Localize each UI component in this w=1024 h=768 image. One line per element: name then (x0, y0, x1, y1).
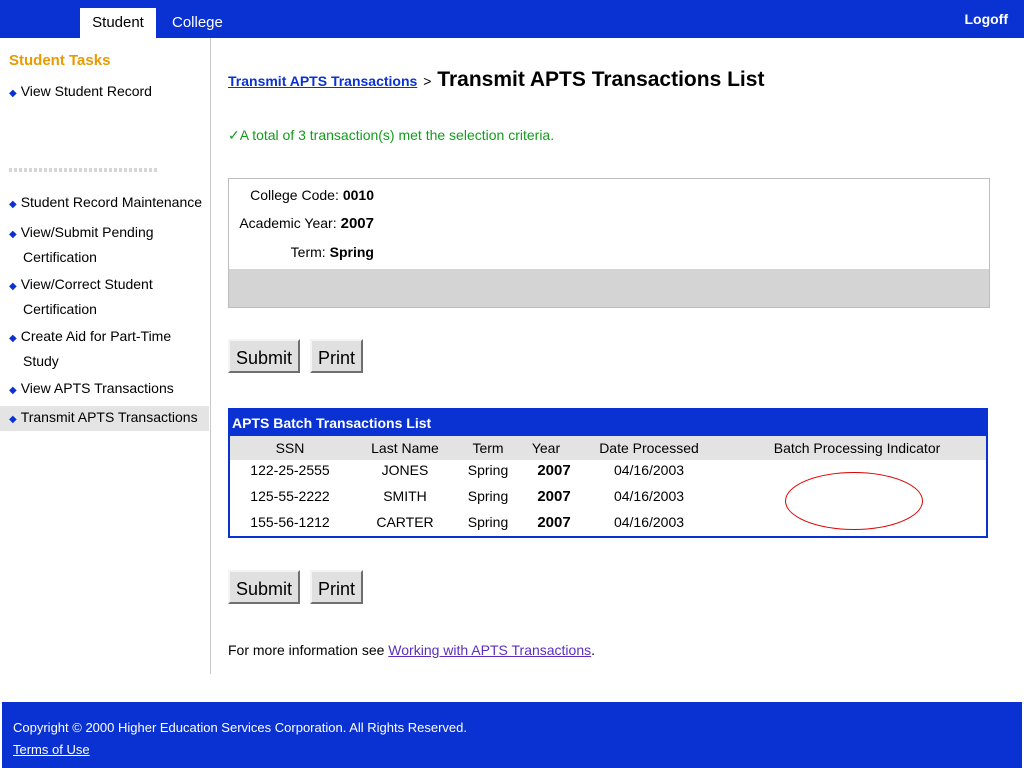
cell-date-processed: 04/16/2003 (613, 462, 685, 478)
diamond-bullet-icon: ◆ (9, 414, 17, 425)
cell-term: Spring (467, 488, 509, 504)
cell-date-processed: 04/16/2003 (613, 514, 685, 530)
panel-footer-bar (229, 269, 989, 307)
cell-term: Spring (467, 462, 509, 478)
status-message: ✓A total of 3 transaction(s) met the sel… (228, 127, 555, 143)
cell-date-processed: 04/16/2003 (613, 488, 685, 504)
cell-ssn: 122-25-2555 (250, 462, 330, 478)
sidebar-item-transmit-apts-transactions[interactable]: ◆ Transmit APTS Transactions (0, 406, 209, 431)
cell-year: 2007 (537, 488, 571, 505)
copyright-text: Copyright © 2000 Higher Education Servic… (13, 720, 467, 735)
cell-ssn: 125-55-2222 (250, 488, 330, 504)
sidebar-item-student-record-maintenance[interactable]: ◆ Student Record Maintenance (9, 191, 207, 216)
diamond-bullet-icon: ◆ (9, 333, 17, 344)
terms-of-use-link[interactable]: Terms of Use (13, 742, 90, 757)
term-value: Spring (329, 244, 374, 260)
sidebar-item-view-correct-student-certification[interactable]: ◆ View/Correct Student Certification (9, 273, 207, 320)
selection-criteria-panel: College Code: 0010 Academic Year: 2007 Ter… (228, 178, 990, 308)
breadcrumb-separator: > (423, 73, 432, 89)
sidebar-item-create-aid-part-time-study[interactable]: ◆ Create Aid for Part-Time Study (9, 325, 207, 372)
working-with-apts-link[interactable]: Working with APTS Transactions (388, 642, 591, 658)
academic-year-value: 2007 (340, 215, 374, 232)
college-code-value: 0010 (342, 187, 374, 203)
cell-year: 2007 (537, 514, 571, 531)
column-header-batch-processing-indicator: Batch Processing Indicator (773, 440, 941, 456)
print-button-top[interactable]: Print (310, 339, 364, 373)
cell-last-name: CARTER (376, 514, 434, 530)
footer: Copyright © 2000 Higher Education Servic… (2, 702, 1022, 768)
term-row: Term: Spring (290, 244, 374, 260)
cell-term: Spring (467, 514, 509, 530)
top-nav-bar: Student College Logoff (0, 0, 1024, 38)
column-header-last-name: Last Name (371, 440, 439, 456)
diamond-bullet-icon: ◆ (9, 385, 17, 396)
column-header-date-processed: Date Processed (599, 440, 699, 456)
more-info-text: For more information see Working with AP… (228, 642, 596, 658)
submit-button-bottom[interactable]: Submit (228, 570, 301, 604)
diamond-bullet-icon: ◆ (9, 88, 17, 99)
breadcrumb-link-transmit-apts[interactable]: Transmit APTS Transactions (228, 73, 417, 89)
cell-year: 2007 (537, 462, 571, 479)
cell-ssn: 155-56-1212 (250, 514, 330, 530)
table-header-row: SSN Last Name Term Year Date Processed B… (230, 436, 986, 460)
college-code-row: College Code: 0010 (250, 187, 374, 203)
column-header-year: Year (531, 440, 561, 456)
sidebar-item-view-submit-pending-certification[interactable]: ◆ View/Submit Pending Certification (9, 221, 207, 268)
sidebar-title: Student Tasks (9, 52, 111, 69)
diamond-bullet-icon: ◆ (9, 229, 17, 240)
tab-college[interactable]: College (172, 8, 223, 38)
clipped-item-fragment (9, 168, 159, 172)
check-icon: ✓ (228, 127, 240, 143)
cell-last-name: SMITH (383, 488, 427, 504)
breadcrumb: Transmit APTS Transactions > Transmit AP… (228, 68, 764, 92)
cell-last-name: JONES (381, 462, 429, 478)
diamond-bullet-icon: ◆ (9, 199, 17, 210)
tab-student[interactable]: Student (80, 8, 156, 38)
column-header-term: Term (472, 440, 504, 456)
page-title: Transmit APTS Transactions List (437, 68, 765, 91)
sidebar: Student Tasks ◆ View Student Record ◆ Stud… (0, 38, 211, 674)
logoff-link[interactable]: Logoff (964, 11, 1008, 27)
sidebar-item-view-apts-transactions[interactable]: ◆ View APTS Transactions (9, 377, 207, 402)
academic-year-row: Academic Year: 2007 (239, 215, 374, 232)
sidebar-item-view-student-record[interactable]: ◆ View Student Record (9, 80, 207, 105)
annotation-ellipse (785, 472, 923, 530)
submit-button-top[interactable]: Submit (228, 339, 301, 373)
table-title: APTS Batch Transactions List (230, 410, 986, 436)
diamond-bullet-icon: ◆ (9, 281, 17, 292)
print-button-bottom[interactable]: Print (310, 570, 364, 604)
column-header-ssn: SSN (275, 440, 305, 456)
